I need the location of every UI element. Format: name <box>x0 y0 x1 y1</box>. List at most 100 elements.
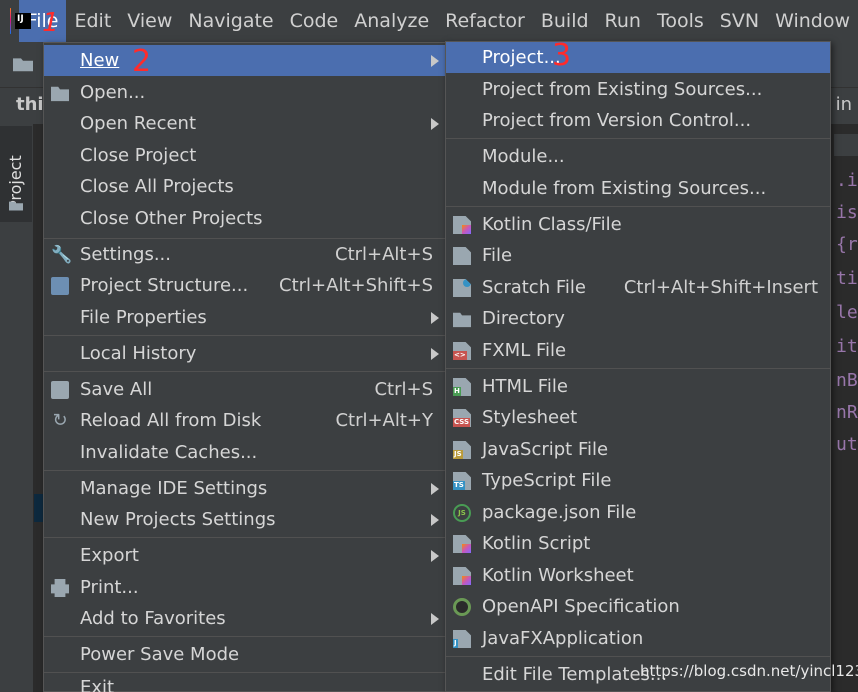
code-line: nB <box>836 370 858 391</box>
kotlin-file-icon <box>453 216 471 234</box>
submenu-arrow-icon <box>431 550 439 562</box>
menu-item-stylesheet[interactable]: CSS Stylesheet <box>446 402 830 433</box>
project-tab-label: Project <box>6 155 25 210</box>
menu-view[interactable]: View <box>119 0 180 42</box>
submenu-arrow-icon <box>431 312 439 324</box>
kotlin-script-icon <box>453 535 471 553</box>
menu-separator <box>446 656 830 657</box>
code-line: it <box>836 336 858 357</box>
menu-item-file-properties[interactable]: File Properties <box>44 302 445 333</box>
nodejs-icon: JS <box>453 504 471 522</box>
menu-item-local-history[interactable]: Local History <box>44 338 445 369</box>
html-file-icon: H <box>453 378 471 396</box>
menu-svn[interactable]: SVN <box>712 0 767 42</box>
menu-tools[interactable]: Tools <box>649 0 712 42</box>
breadcrumb-project[interactable]: thi <box>16 94 44 115</box>
menu-item-project-structure[interactable]: Project Structure... Ctrl+Alt+Shift+S <box>44 270 445 301</box>
menu-item-close-other-projects[interactable]: Close Other Projects <box>44 203 445 234</box>
menu-item-export[interactable]: Export <box>44 540 445 571</box>
menu-separator <box>44 335 445 336</box>
menu-item-scratch-file[interactable]: Scratch File Ctrl+Alt+Shift+Insert <box>446 272 830 303</box>
menu-item-kotlin-worksheet[interactable]: Kotlin Worksheet <box>446 560 830 591</box>
submenu-arrow-icon <box>431 55 439 67</box>
printer-icon <box>51 579 69 597</box>
menu-item-directory[interactable]: Directory <box>446 303 830 334</box>
menu-item-fxml-file[interactable]: <> FXML File <box>446 335 830 366</box>
menu-item-html-file[interactable]: H HTML File <box>446 371 830 402</box>
open-folder-icon <box>51 86 69 102</box>
menu-item-exit[interactable]: Exit <box>44 675 445 692</box>
menu-item-new-project[interactable]: Project... <box>446 42 830 73</box>
submenu-arrow-icon <box>431 118 439 130</box>
menu-item-file[interactable]: File <box>446 240 830 271</box>
file-icon <box>453 247 471 265</box>
breadcrumb-right[interactable]: in <box>836 94 852 115</box>
js-file-icon: JS <box>453 441 471 459</box>
menu-item-project-existing-sources[interactable]: Project from Existing Sources... <box>446 74 830 105</box>
code-line: nR <box>836 402 858 423</box>
css-file-icon: CSS <box>453 409 471 427</box>
tool-window-strip: Project <box>0 124 34 692</box>
menu-item-openapi[interactable]: OpenAPI Specification <box>446 591 830 622</box>
menu-item-invalidate-caches[interactable]: Invalidate Caches... <box>44 437 445 468</box>
menu-item-open-recent[interactable]: Open Recent <box>44 108 445 139</box>
menu-item-module-existing-sources[interactable]: Module from Existing Sources... <box>446 173 830 204</box>
menu-item-new-projects-settings[interactable]: New Projects Settings <box>44 504 445 535</box>
scratch-file-icon <box>453 279 471 297</box>
javafx-file-icon: J <box>453 630 471 648</box>
code-line: ti <box>836 268 858 289</box>
editor-area[interactable]: .i is {r ti le it nB nR ut <box>834 124 858 692</box>
menu-separator <box>446 138 830 139</box>
submenu-arrow-icon <box>431 514 439 526</box>
menu-item-module[interactable]: Module... <box>446 141 830 172</box>
menu-item-kotlin-script[interactable]: Kotlin Script <box>446 528 830 559</box>
menu-item-open[interactable]: Open... <box>44 77 445 108</box>
menu-analyze[interactable]: Analyze <box>346 0 437 42</box>
menu-separator <box>44 672 445 673</box>
menu-item-javafx-application[interactable]: J JavaFXApplication <box>446 623 830 654</box>
menu-refactor[interactable]: Refactor <box>437 0 533 42</box>
menu-separator <box>446 206 830 207</box>
menu-separator <box>44 470 445 471</box>
submenu-arrow-icon <box>431 483 439 495</box>
code-line: le <box>836 302 858 323</box>
menu-item-power-save-mode[interactable]: Power Save Mode <box>44 639 445 670</box>
kotlin-worksheet-icon <box>453 567 471 585</box>
menu-edit[interactable]: Edit <box>66 0 119 42</box>
menu-item-project-version-control[interactable]: Project from Version Control... <box>446 105 830 136</box>
menu-item-close-project[interactable]: Close Project <box>44 140 445 171</box>
menu-item-typescript-file[interactable]: TS TypeScript File <box>446 465 830 496</box>
ts-file-icon: TS <box>453 472 471 490</box>
menu-item-close-all-projects[interactable]: Close All Projects <box>44 171 445 202</box>
menu-item-save-all[interactable]: Save All Ctrl+S <box>44 374 445 405</box>
project-tool-tab[interactable]: Project <box>0 126 32 222</box>
menu-item-kotlin-class[interactable]: Kotlin Class/File <box>446 209 830 240</box>
new-submenu: Project... Project from Existing Sources… <box>445 41 831 692</box>
menu-item-settings[interactable]: 🔧 Settings... Ctrl+Alt+S <box>44 239 445 270</box>
refresh-icon: ↻ <box>52 410 68 431</box>
menu-bar: IJ File Edit View Navigate Code Analyze … <box>0 0 858 42</box>
code-line: {r <box>836 234 858 255</box>
code-line: is <box>836 202 858 223</box>
menu-item-package-json[interactable]: JS package.json File <box>446 497 830 528</box>
menu-item-print[interactable]: Print... <box>44 572 445 603</box>
menu-item-add-to-favorites[interactable]: Add to Favorites <box>44 603 445 634</box>
submenu-arrow-icon <box>431 613 439 625</box>
menu-item-reload-all[interactable]: ↻ Reload All from Disk Ctrl+Alt+Y <box>44 405 445 436</box>
menu-item-new[interactable]: New <box>44 45 445 76</box>
menu-window[interactable]: Window <box>767 0 858 42</box>
openapi-icon <box>453 598 471 616</box>
menu-separator <box>44 537 445 538</box>
menu-build[interactable]: Build <box>533 0 597 42</box>
project-structure-icon <box>51 277 69 295</box>
editor-gutter <box>834 134 858 156</box>
menu-navigate[interactable]: Navigate <box>180 0 281 42</box>
code-line: ut <box>836 434 858 455</box>
menu-run[interactable]: Run <box>597 0 649 42</box>
file-menu: New Open... Open Recent Close Project Cl… <box>43 42 446 692</box>
menu-code[interactable]: Code <box>282 0 347 42</box>
menu-separator <box>446 368 830 369</box>
menu-item-manage-ide-settings[interactable]: Manage IDE Settings <box>44 473 445 504</box>
open-folder-icon[interactable] <box>13 58 33 72</box>
menu-item-javascript-file[interactable]: JS JavaScript File <box>446 434 830 465</box>
